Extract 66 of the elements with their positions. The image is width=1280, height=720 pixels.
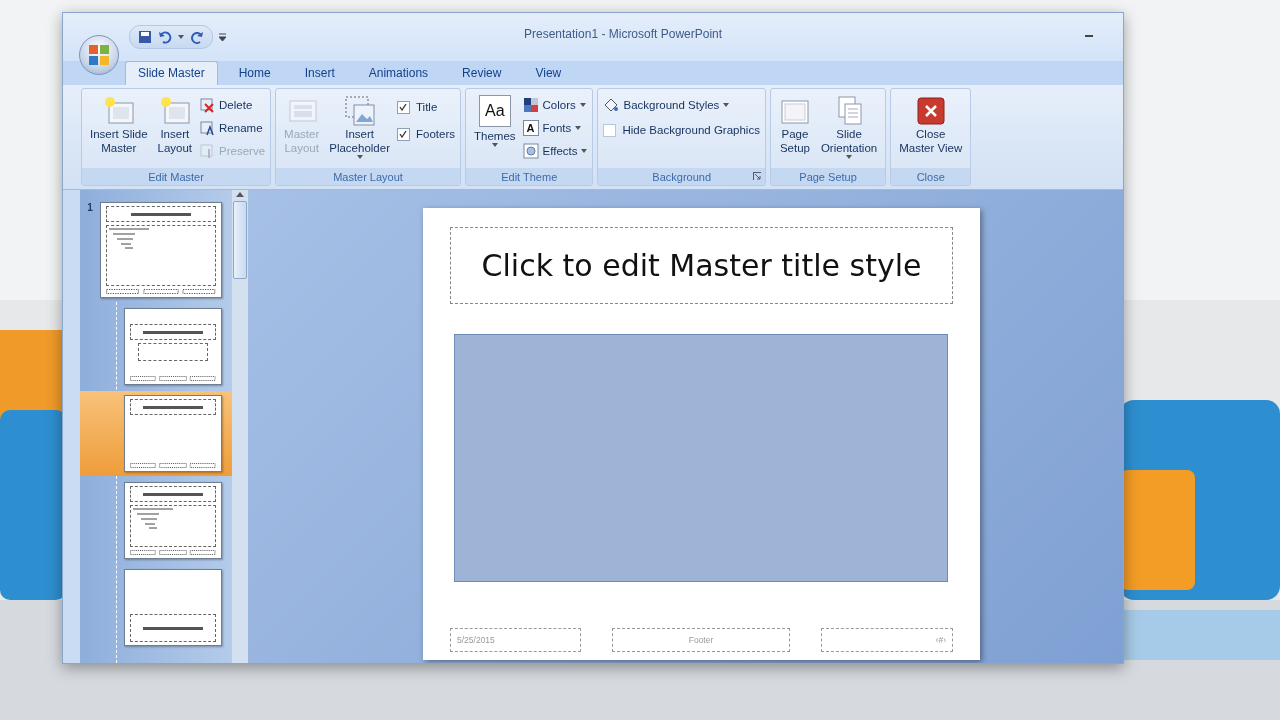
ribbon-tab[interactable]: Review bbox=[449, 61, 515, 85]
office-button[interactable] bbox=[79, 35, 119, 75]
rename-icon bbox=[199, 120, 216, 136]
close-icon bbox=[914, 95, 947, 127]
title-placeholder[interactable]: Click to edit Master title style bbox=[450, 227, 953, 304]
save-icon[interactable] bbox=[138, 30, 152, 44]
ribbon-button[interactable]: Delete bbox=[199, 95, 266, 115]
ribbon-button[interactable]: Close Master View bbox=[896, 93, 966, 157]
ribbon-button[interactable]: Insert Layout bbox=[154, 93, 196, 157]
ribbon-button[interactable]: Aa Themes bbox=[471, 93, 519, 149]
ribbon-tab[interactable]: Animations bbox=[355, 61, 442, 85]
undo-icon[interactable] bbox=[158, 30, 172, 44]
dialog-launcher-icon[interactable] bbox=[752, 172, 761, 180]
caret-icon bbox=[178, 35, 184, 39]
checkbox[interactable] bbox=[603, 123, 617, 137]
checkbox[interactable] bbox=[397, 100, 410, 114]
slide-title: Click to edit Master title style bbox=[481, 248, 922, 283]
ribbon-button[interactable]: Page Setup bbox=[775, 93, 814, 157]
ribbon-button[interactable]: Colors bbox=[522, 95, 588, 115]
title-line-drawing bbox=[143, 492, 203, 496]
ribbon-button[interactable]: Effects bbox=[522, 141, 588, 161]
color-swatch-icon bbox=[522, 97, 539, 113]
placeholder-icon bbox=[343, 95, 376, 127]
minimize-icon[interactable] bbox=[1085, 35, 1093, 38]
title-line-drawing bbox=[143, 626, 203, 630]
title-line-drawing bbox=[143, 405, 203, 409]
group-label: Edit Theme bbox=[501, 170, 558, 183]
title-line-drawing bbox=[131, 212, 191, 216]
title-line-drawing bbox=[143, 330, 203, 334]
scroll-thumb[interactable] bbox=[233, 201, 247, 279]
office-logo-icon bbox=[88, 44, 110, 66]
delete-slide-icon bbox=[199, 97, 216, 113]
subtitle-placeholder bbox=[138, 343, 208, 361]
thumbnail-row[interactable]: 1 bbox=[80, 198, 232, 302]
ribbon-button[interactable]: Slide Orientation bbox=[817, 93, 881, 161]
paint-bucket-icon bbox=[603, 97, 620, 113]
checkbox-label: Hide Background Graphics bbox=[622, 124, 760, 136]
group-label: Background bbox=[652, 170, 712, 183]
effects-icon bbox=[522, 143, 539, 159]
ribbon-tab[interactable]: Insert bbox=[291, 61, 348, 85]
slide-number: 1 bbox=[86, 202, 94, 213]
ribbon-tab[interactable]: View bbox=[522, 61, 575, 85]
checkbox-label: Title bbox=[416, 101, 438, 113]
ribbon-button[interactable]: Rename bbox=[199, 118, 266, 138]
selected-thumbnail-row[interactable] bbox=[80, 391, 232, 476]
window-title: Presentation1 - Microsoft PowerPoint bbox=[524, 27, 723, 41]
group-label: Close bbox=[916, 170, 945, 183]
group-label: Page Setup bbox=[799, 170, 857, 183]
group-label: Edit Master bbox=[148, 170, 204, 183]
ribbon-tab[interactable]: Slide Master bbox=[125, 61, 218, 85]
font-icon: A bbox=[522, 120, 539, 136]
redo-icon[interactable] bbox=[190, 30, 204, 44]
checkbox[interactable] bbox=[397, 127, 410, 141]
scroll-up-icon[interactable] bbox=[236, 192, 244, 197]
new-layout-icon bbox=[158, 95, 191, 127]
ribbon-button[interactable]: Insert Slide Master bbox=[87, 93, 151, 157]
scrollbar[interactable] bbox=[232, 190, 248, 663]
ribbon-tab[interactable]: Home bbox=[225, 61, 284, 85]
new-layout-icon bbox=[102, 95, 135, 127]
ribbon-button[interactable]: Insert Placeholder bbox=[326, 93, 393, 161]
ribbon-button[interactable]: Background Styles bbox=[603, 95, 760, 115]
customize-toolbar-icon[interactable] bbox=[219, 33, 226, 41]
checkbox-label: Footers bbox=[416, 128, 455, 140]
group-label: Master Layout bbox=[333, 170, 403, 183]
ribbon-button[interactable]: A Fonts bbox=[522, 118, 588, 138]
theme-sample-icon: Aa bbox=[478, 95, 511, 127]
